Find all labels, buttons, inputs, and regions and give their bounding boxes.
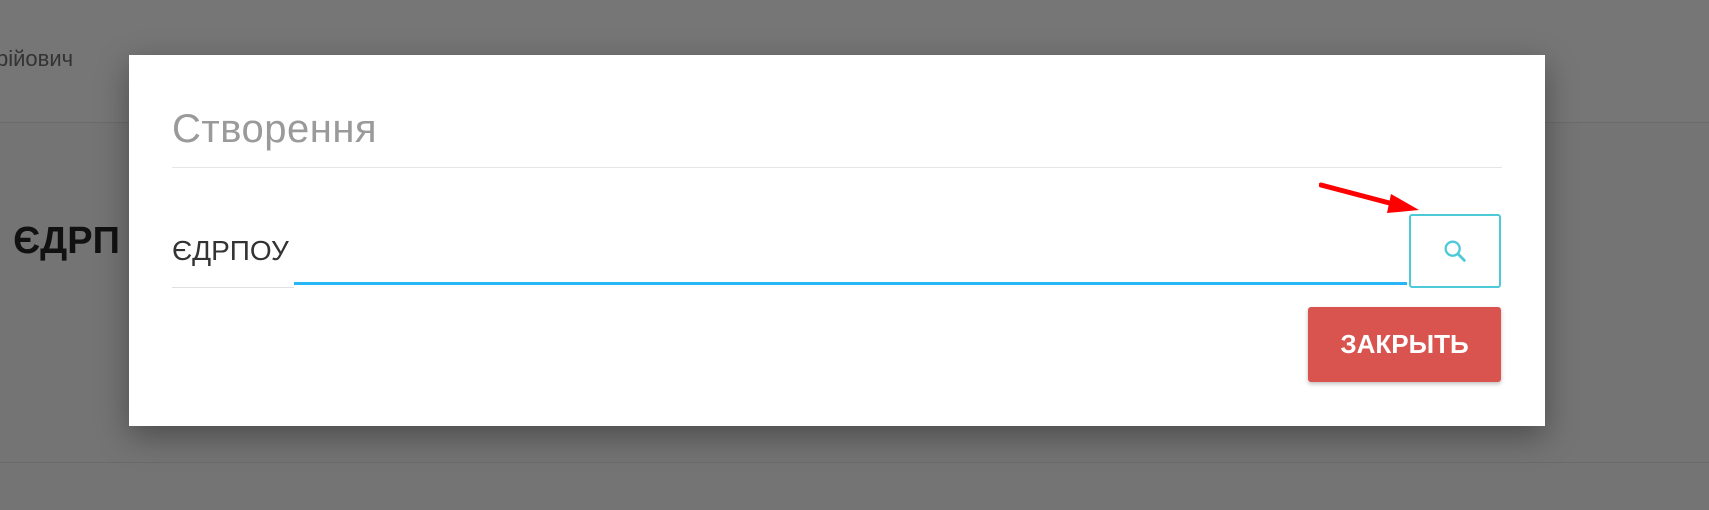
title-divider bbox=[172, 167, 1502, 168]
modal-title: Створення bbox=[172, 107, 378, 151]
close-button[interactable]: ЗАКРЫТЬ bbox=[1308, 307, 1501, 382]
page: рійович і ЄДРП Створення ЄДРПОУ ЗАКРЫТЬ bbox=[0, 0, 1709, 510]
edrpou-input[interactable] bbox=[294, 215, 1407, 285]
label-underline bbox=[172, 287, 294, 288]
edrpou-label: ЄДРПОУ bbox=[172, 235, 289, 266]
search-button[interactable] bbox=[1409, 214, 1501, 288]
annotation-arrow-icon bbox=[1319, 182, 1419, 213]
create-modal: Створення ЄДРПОУ ЗАКРЫТЬ bbox=[129, 55, 1545, 426]
search-icon bbox=[1444, 240, 1466, 262]
